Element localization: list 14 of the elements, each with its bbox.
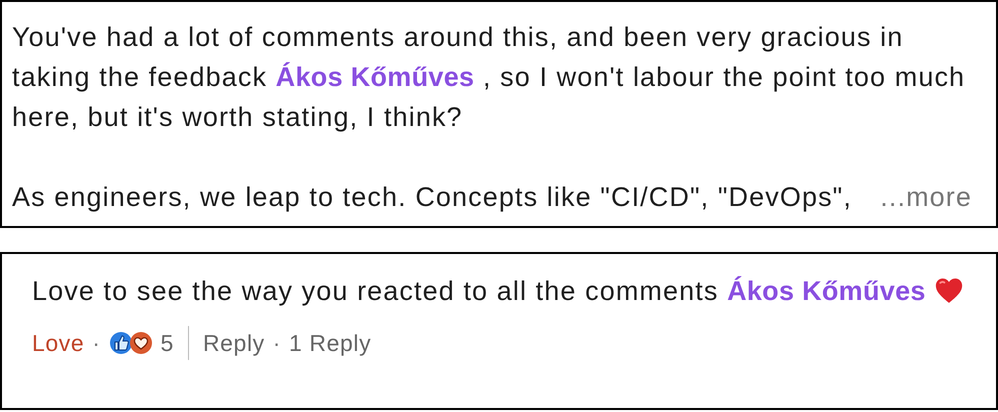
reaction-count: 5 bbox=[160, 330, 174, 356]
comment-text: You've had a lot of comments around this, and been very gracious in taking the feedback Ákos Kőműves , so I won't labour the point too much here, but it's worth stating, I think? bbox=[12, 21, 966, 134]
mention-link[interactable]: Ákos Kőműves bbox=[727, 276, 926, 306]
comment-text: Love to see the way you reacted to all the comments Ákos Kőműves bbox=[32, 270, 976, 312]
reply-link[interactable]: Reply bbox=[202, 330, 265, 356]
comment-text: As engineers, we leap to tech. Concepts like "CI/CD", "DevOps", bbox=[12, 181, 852, 214]
replies-link[interactable]: 1 Reply bbox=[289, 330, 372, 356]
like-icon bbox=[108, 331, 133, 355]
separator-dot: · bbox=[92, 330, 101, 356]
love-reaction-link[interactable]: Love bbox=[32, 330, 84, 356]
mention-link[interactable]: Ákos Kőműves bbox=[276, 62, 474, 92]
love-icon bbox=[128, 331, 153, 355]
separator-dot: · bbox=[272, 330, 282, 356]
more-link[interactable]: ...more bbox=[880, 177, 972, 217]
